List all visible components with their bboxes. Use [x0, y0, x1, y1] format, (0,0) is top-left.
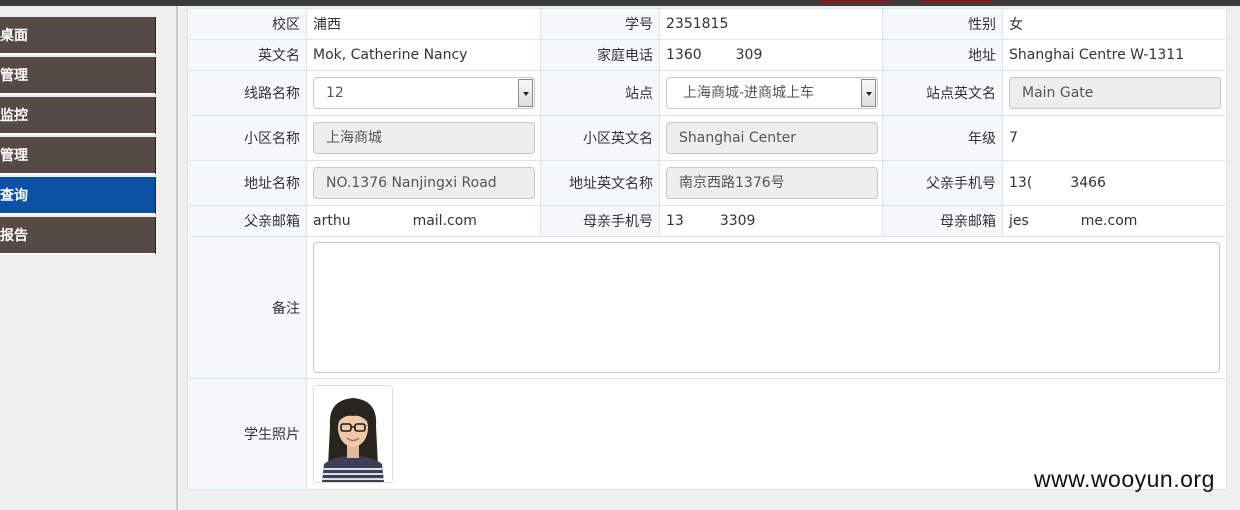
- mother-mobile-tail: 3309: [719, 213, 756, 229]
- chevron-down-icon[interactable]: [518, 79, 533, 107]
- sidebar-item-label: 桌面: [0, 28, 28, 44]
- student-id-label: 学号: [540, 8, 660, 40]
- remark-label: 备注: [187, 236, 307, 379]
- mother-email-label: 母亲邮箱: [882, 205, 1003, 237]
- home-phone-tail: 309: [735, 47, 763, 63]
- photo-label: 学生照片: [187, 378, 307, 490]
- gender-value: 女: [1002, 8, 1227, 40]
- mother-mobile-value: 13 3309: [659, 205, 883, 237]
- mother-email-tail: me.com: [1080, 213, 1138, 229]
- community-name-cell: 上海商城: [306, 115, 541, 161]
- sidebar-item-label: 管理: [0, 148, 28, 164]
- english-name-value: Mok, Catherine Nancy: [306, 39, 541, 71]
- stop-selected: 上海商城-进商城上车: [683, 85, 815, 101]
- sidebar-item-management-2[interactable]: 管理: [0, 137, 156, 175]
- route-name-selected: 12: [326, 85, 344, 101]
- student-photo: [313, 385, 393, 483]
- stop-english-name-label: 站点英文名: [882, 70, 1003, 116]
- address-english-name-cell: 南京西路1376号: [659, 160, 883, 206]
- grade-label: 年级: [882, 115, 1003, 161]
- home-phone-value: 1360 309: [659, 39, 883, 71]
- english-name-label: 英文名: [187, 39, 307, 71]
- top-bar: [0, 0, 1240, 6]
- sidebar-item-label: 查询: [0, 188, 28, 204]
- address-english-name-field[interactable]: 南京西路1376号: [666, 167, 878, 199]
- grade-value: 7: [1002, 115, 1227, 161]
- father-email-tail: mail.com: [412, 213, 477, 229]
- community-name-label: 小区名称: [187, 115, 307, 161]
- remark-cell: [306, 236, 1227, 379]
- sidebar-item-label: 报告: [0, 228, 28, 244]
- mother-email-value: jes me.com: [1002, 205, 1227, 237]
- sidebar-item-management[interactable]: 管理: [0, 57, 156, 95]
- top-bar-button[interactable]: [820, 0, 890, 3]
- campus-value: 浦西: [306, 8, 541, 40]
- address-name-field[interactable]: NO.1376 Nanjingxi Road: [313, 167, 535, 199]
- chevron-down-icon[interactable]: [861, 79, 876, 107]
- home-phone-head: 1360: [666, 47, 702, 63]
- watermark: www.wooyun.org: [1034, 466, 1215, 492]
- route-name-label: 线路名称: [187, 70, 307, 116]
- address-english-name-label: 地址英文名称: [540, 160, 660, 206]
- community-english-name-field[interactable]: Shanghai Center: [666, 122, 878, 154]
- top-bar-button[interactable]: [922, 0, 992, 3]
- sidebar-item-label: 管理: [0, 68, 28, 84]
- mother-mobile-head: 13: [666, 213, 684, 229]
- sidebar-item-report[interactable]: 报告: [0, 217, 156, 255]
- community-name-field[interactable]: 上海商城: [313, 122, 535, 154]
- student-info-table: 校区 浦西 学号 2351815 性别 女 英文名 Mok, Catherine…: [187, 8, 1227, 490]
- mother-mobile-label: 母亲手机号: [540, 205, 660, 237]
- father-email-head: arthu: [313, 213, 351, 229]
- student-photo-image: [314, 386, 392, 482]
- remark-textarea[interactable]: [313, 242, 1220, 373]
- stop-english-name-cell: Main Gate: [1002, 70, 1227, 116]
- route-name-cell: 12: [306, 70, 541, 116]
- mother-email-head: jes: [1009, 213, 1029, 229]
- route-name-select[interactable]: 12: [313, 77, 535, 109]
- father-email-label: 父亲邮箱: [187, 205, 307, 237]
- father-mobile-label: 父亲手机号: [882, 160, 1003, 206]
- father-email-value: arthu mail.com: [306, 205, 541, 237]
- student-detail-form: 校区 浦西 学号 2351815 性别 女 英文名 Mok, Catherine…: [187, 8, 1227, 490]
- sidebar-item-query[interactable]: 查询: [0, 177, 156, 215]
- campus-label: 校区: [187, 8, 307, 40]
- sidebar-item-label: 监控: [0, 108, 28, 124]
- stop-label: 站点: [540, 70, 660, 116]
- father-mobile-head: 13(: [1009, 175, 1033, 191]
- student-id-value: 2351815: [659, 8, 883, 40]
- community-english-name-cell: Shanghai Center: [659, 115, 883, 161]
- home-phone-label: 家庭电话: [540, 39, 660, 71]
- address-name-cell: NO.1376 Nanjingxi Road: [306, 160, 541, 206]
- gender-label: 性别: [882, 8, 1003, 40]
- sidebar: 桌面 管理 监控 管理 查询 报告: [0, 6, 178, 510]
- sidebar-item-monitor[interactable]: 监控: [0, 97, 156, 135]
- stop-english-name-field[interactable]: Main Gate: [1009, 77, 1221, 109]
- father-mobile-value: 13( 3466: [1002, 160, 1227, 206]
- stop-cell: 上海商城-进商城上车: [659, 70, 883, 116]
- father-mobile-tail: 3466: [1070, 175, 1106, 191]
- sidebar-item-desktop[interactable]: 桌面: [0, 17, 156, 55]
- address-label: 地址: [882, 39, 1003, 71]
- address-value: Shanghai Centre W-1311: [1002, 39, 1227, 71]
- address-name-label: 地址名称: [187, 160, 307, 206]
- community-english-name-label: 小区英文名: [540, 115, 660, 161]
- stop-select[interactable]: 上海商城-进商城上车: [666, 77, 878, 109]
